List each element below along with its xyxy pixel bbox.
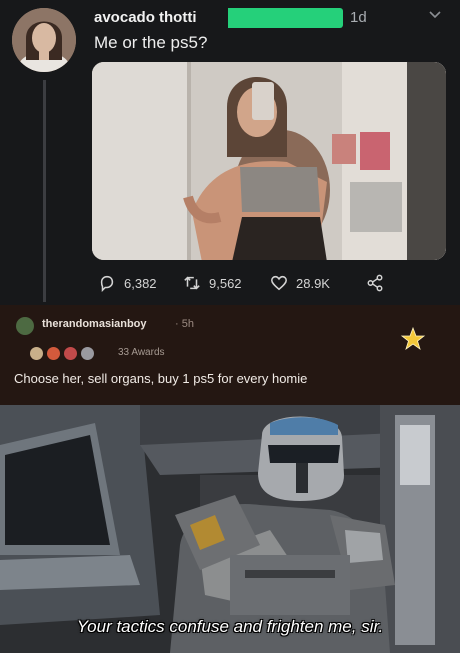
tweet-card: avocado thotti 1d Me or the ps5? 6,382 9… bbox=[0, 0, 460, 305]
tweet-timestamp[interactable]: 1d bbox=[350, 9, 367, 26]
comment-time: · 5h bbox=[175, 318, 194, 330]
handle-redaction bbox=[225, 8, 343, 28]
comment-text: Choose her, sell organs, buy 1 ps5 for e… bbox=[14, 371, 308, 386]
awards-row[interactable] bbox=[30, 345, 94, 361]
like-button[interactable]: 28.9K bbox=[270, 274, 330, 292]
thread-line bbox=[43, 80, 46, 302]
heart-icon bbox=[271, 275, 287, 291]
meme-screenshot: avocado thotti 1d Me or the ps5? 6,382 9… bbox=[0, 0, 460, 653]
user-avatar-icon[interactable] bbox=[16, 317, 34, 335]
like-count: 28.9K bbox=[296, 275, 330, 291]
tweet-text: Me or the ps5? bbox=[94, 33, 208, 52]
share-icon bbox=[367, 274, 383, 292]
reply-icon bbox=[100, 275, 114, 292]
award-icon bbox=[30, 346, 43, 360]
retweet-icon bbox=[184, 276, 200, 290]
share-button[interactable] bbox=[366, 274, 384, 292]
retweet-button[interactable]: 9,562 bbox=[183, 274, 242, 292]
chevron-down-icon[interactable] bbox=[428, 8, 442, 22]
retweet-count: 9,562 bbox=[209, 275, 242, 291]
reddit-comment: therandomasianboy · 5h 33 Awards Choose … bbox=[0, 305, 460, 405]
comment-username[interactable]: therandomasianboy bbox=[42, 318, 147, 330]
award-icon bbox=[81, 346, 94, 360]
meme-caption: Your tactics confuse and frighten me, si… bbox=[76, 617, 384, 636]
award-icon bbox=[64, 346, 77, 360]
clone-trooper-scene bbox=[0, 405, 460, 653]
reply-button[interactable]: 6,382 bbox=[98, 274, 157, 292]
display-name[interactable]: avocado thotti bbox=[94, 9, 197, 26]
avatar[interactable] bbox=[12, 8, 76, 72]
awards-count: 33 Awards bbox=[118, 347, 165, 358]
tweet-actions: 6,382 9,562 28.9K bbox=[98, 274, 398, 296]
meme-image: Your tactics confuse and frighten me, si… bbox=[0, 405, 460, 653]
star-award-icon bbox=[400, 326, 426, 352]
tweet-photo[interactable] bbox=[92, 62, 446, 260]
reply-count: 6,382 bbox=[124, 275, 157, 291]
award-icon bbox=[47, 346, 60, 360]
